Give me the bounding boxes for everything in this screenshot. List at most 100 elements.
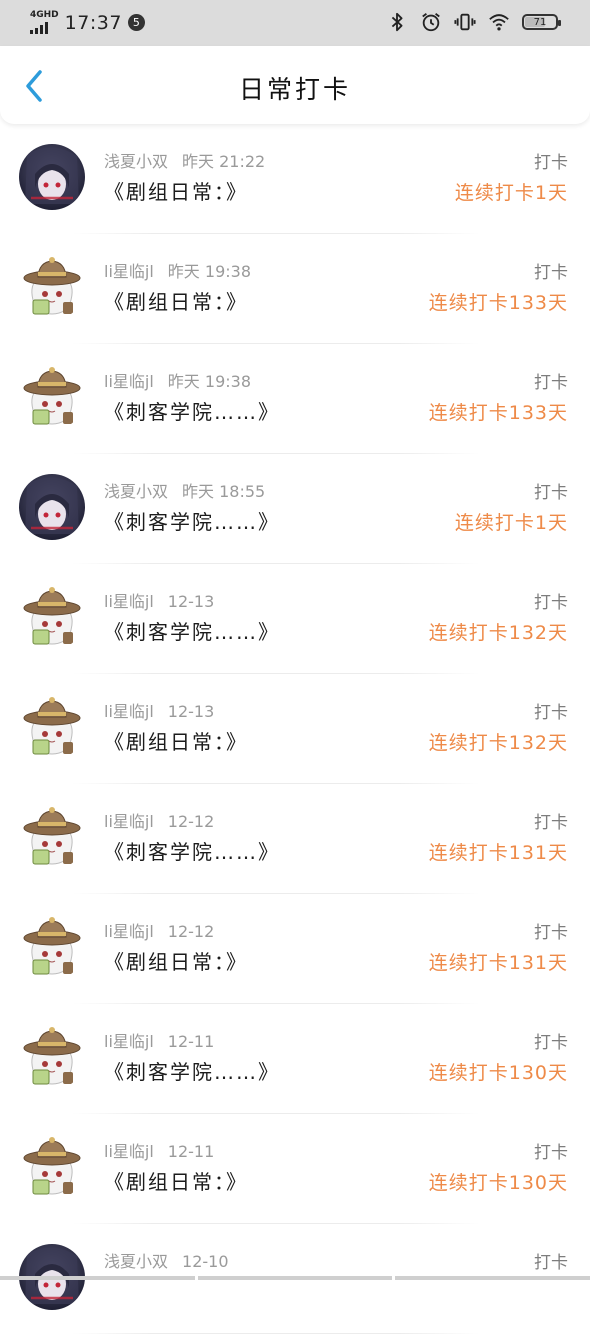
post-time: 12-12: [167, 922, 215, 941]
checkin-list: 浅夏小双 昨天 21:22 《剧组日常：》 打卡 连续打卡1天 li星临jl 昨天 19:3…: [0, 124, 590, 1334]
user-name[interactable]: li星临jl: [104, 1142, 154, 1161]
entry-meta: li星临jl 12-13: [104, 698, 214, 722]
user-name[interactable]: 浅夏小双: [104, 482, 168, 501]
network-type: 4GHD: [30, 10, 59, 20]
checkin-row[interactable]: li星临jl 12-12 《刺客学院……》 打卡连续打卡131天: [0, 784, 590, 894]
wifi-icon: [489, 14, 509, 31]
streak-count: 连续打卡133天: [428, 402, 568, 424]
status-bar-left: 4GHD 17:37 5: [30, 11, 145, 34]
avatar[interactable]: [19, 144, 85, 210]
entry-meta: li星临jl 12-11: [104, 1028, 214, 1052]
avatar[interactable]: [19, 1024, 85, 1090]
avatar[interactable]: [19, 474, 85, 540]
checkin-row[interactable]: 浅夏小双 昨天 21:22 《剧组日常：》 打卡连续打卡1天: [0, 124, 590, 234]
entry-meta: 浅夏小双 昨天 18:55: [104, 478, 265, 502]
streak-count: 连续打卡1天: [454, 512, 568, 534]
streak-count: 连续打卡1天: [454, 182, 568, 204]
user-name[interactable]: li星临jl: [104, 372, 154, 391]
checkin-row[interactable]: li星临jl 12-13 《剧组日常：》 打卡 连续打卡132天: [0, 674, 590, 784]
hat-chibi-avatar-icon: [19, 254, 85, 320]
book-title: 《刺客学院……》: [104, 1060, 280, 1084]
checkin-row[interactable]: 浅夏小双 昨天 18:55 《刺客学院……》 打卡连续打卡1天: [0, 454, 590, 564]
dark-hair-girl-avatar-icon: [19, 474, 85, 540]
post-time: 12-13: [167, 702, 215, 721]
book-title: 《刺客学院……》: [104, 620, 280, 644]
streak-count: 连续打卡131天: [428, 842, 568, 864]
status-bar: 4GHD 17:37 5 71: [0, 0, 590, 46]
book-title: 《刺客学院……》: [104, 510, 280, 534]
checkin-row[interactable]: li星临jl 12-11 《剧组日常：》 打卡连续打卡130天: [0, 1114, 590, 1224]
checkin-label: 打卡: [534, 703, 568, 723]
checkin-row[interactable]: li星临jl 12-11 《刺客学院……》 打卡 连续打卡130天: [0, 1004, 590, 1114]
user-name[interactable]: 浅夏小双: [104, 152, 168, 171]
book-title: 《剧组日常：》: [104, 1170, 248, 1194]
checkin-label: 打卡: [534, 1033, 568, 1053]
entry-meta: li星临jl 12-11: [104, 1138, 214, 1162]
checkin-row[interactable]: li星临jl 12-12 《剧组日常：》 打卡连续打卡131天: [0, 894, 590, 1004]
avatar[interactable]: [19, 694, 85, 760]
alarm-icon: [422, 13, 440, 32]
post-time: 12-11: [167, 1142, 215, 1161]
entry-meta: li星临jl 12-13: [104, 588, 214, 612]
entry-meta: 浅夏小双 昨天 21:22: [104, 148, 265, 172]
cellular-signal-icon: 4GHD: [30, 11, 59, 34]
book-title: 《剧组日常：》: [104, 180, 248, 204]
user-name[interactable]: li星临jl: [104, 702, 154, 721]
entry-meta: li星临jl 12-12: [104, 918, 214, 942]
checkin-label: 打卡: [534, 1143, 568, 1163]
hat-chibi-avatar-icon: [19, 1024, 85, 1090]
streak-count: 连续打卡131天: [428, 952, 568, 974]
user-name[interactable]: li星临jl: [104, 812, 154, 831]
streak-count: 连续打卡130天: [428, 1172, 568, 1194]
battery-icon: 71: [522, 14, 561, 30]
bluetooth-icon: [391, 12, 403, 32]
post-time: 昨天 21:22: [182, 152, 266, 171]
avatar[interactable]: [19, 914, 85, 980]
avatar[interactable]: [19, 364, 85, 430]
hat-chibi-avatar-icon: [19, 694, 85, 760]
vibrate-icon: [454, 13, 476, 31]
checkin-label: 打卡: [534, 153, 568, 173]
user-name[interactable]: li星临jl: [104, 262, 154, 281]
checkin-label: 打卡: [534, 813, 568, 833]
hat-chibi-avatar-icon: [19, 804, 85, 870]
post-time: 昨天 18:55: [182, 482, 266, 501]
book-title: 《剧组日常：》: [104, 730, 248, 754]
checkin-label: 打卡: [534, 593, 568, 613]
avatar[interactable]: [19, 584, 85, 650]
entry-meta: 浅夏小双 12-10: [104, 1248, 229, 1272]
streak-count: 连续打卡132天: [428, 622, 568, 644]
hat-chibi-avatar-icon: [19, 364, 85, 430]
checkin-row[interactable]: li星临jl 昨天 19:38 《剧组日常：》 打卡 连续打卡133天: [0, 234, 590, 344]
post-time: 昨天 19:38: [167, 262, 251, 281]
post-time: 12-12: [167, 812, 215, 831]
avatar[interactable]: [19, 254, 85, 320]
entry-meta: li星临jl 昨天 19:38: [104, 368, 251, 392]
user-name[interactable]: 浅夏小双: [104, 1252, 168, 1271]
checkin-label: 打卡: [534, 373, 568, 393]
user-name[interactable]: li星临jl: [104, 592, 154, 611]
clock: 17:37: [64, 11, 122, 34]
checkin-label: 打卡: [534, 923, 568, 943]
book-title: 《剧组日常：》: [104, 950, 248, 974]
checkin-label: 打卡: [534, 1253, 568, 1273]
avatar[interactable]: [19, 804, 85, 870]
user-name[interactable]: li星临jl: [104, 1032, 154, 1051]
checkin-row[interactable]: li星临jl 昨天 19:38 《刺客学院……》 打卡连续打卡133天: [0, 344, 590, 454]
user-name[interactable]: li星临jl: [104, 922, 154, 941]
hat-chibi-avatar-icon: [19, 914, 85, 980]
post-time: 昨天 19:38: [167, 372, 251, 391]
entry-meta: li星临jl 12-12: [104, 808, 214, 832]
book-title: 《刺客学院……》: [104, 840, 280, 864]
avatar[interactable]: [19, 1134, 85, 1200]
entry-meta: li星临jl 昨天 19:38: [104, 258, 251, 282]
checkin-label: 打卡: [534, 483, 568, 503]
app-header: 日常打卡: [0, 46, 590, 124]
streak-count: 连续打卡133天: [428, 292, 568, 314]
checkin-row[interactable]: li星临jl 12-13 《刺客学院……》 打卡连续打卡132天: [0, 564, 590, 674]
book-title: 《剧组日常：》: [104, 290, 248, 314]
notification-count-badge: 5: [127, 14, 145, 31]
status-bar-right: 71: [386, 11, 561, 33]
post-time: 12-11: [167, 1032, 215, 1051]
book-title: 《刺客学院……》: [104, 400, 280, 424]
